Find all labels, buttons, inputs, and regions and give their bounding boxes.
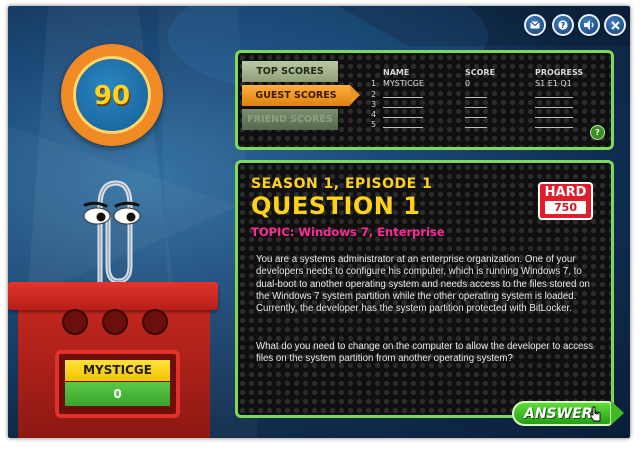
help-icon[interactable]: ? [552,14,574,36]
row-name: MYSTICGE [383,79,424,88]
empty-name-line [383,107,423,108]
scoreboard-panel: TOP SCORES GUEST SCORES FRIEND SCORES NA… [235,50,614,150]
score-ring-inner: 90 [73,56,151,134]
empty-score-line [465,117,487,118]
row-rank: 1 [371,79,377,88]
row-rank: 5 [371,120,377,129]
game-stage: ? 90 TOP SCORES GUEST SCORES FRIEND SCOR… [8,6,630,438]
difficulty-points: 750 [545,201,586,214]
empty-name-line [383,117,423,118]
column-header-name: NAME [383,68,410,77]
podium-top [8,282,218,310]
row-score: 0 [465,79,471,88]
row-rank: 4 [371,110,377,119]
empty-score-line [465,127,487,128]
difficulty-level: HARD [544,185,587,200]
column-header-progress: PROGRESS [535,68,584,77]
episode-heading: SEASON 1, EPISODE 1 [251,176,433,192]
score-value: 90 [93,81,131,111]
tab-friend-scores[interactable]: FRIEND SCORES [242,109,338,130]
question-prompt-text: What do you need to change on the comput… [256,341,594,365]
close-icon[interactable] [604,14,626,36]
score-ring: 90 [61,44,163,146]
tab-guest-scores[interactable]: GUEST SCORES [242,85,360,106]
player-score: 0 [65,382,170,406]
column-header-score: SCORE [465,68,496,77]
svg-text:?: ? [561,21,566,30]
empty-score-line [465,107,487,108]
mail-icon[interactable] [524,14,546,36]
question-scenario-text: You are a systems administrator at an en… [256,254,590,315]
table-row: 1 MYSTICGE 0 S1 E1 Q1 [371,79,601,90]
row-progress: S1 E1 Q1 [535,79,572,88]
question-title: QUESTION 1 [251,192,421,220]
player-name: MYSTICGE [65,360,170,381]
scoreboard-help-button[interactable]: ? [590,125,605,140]
empty-progress-line [535,97,573,98]
table-row: 5 [371,120,601,131]
podium-light [102,309,128,335]
mouse-cursor-icon [590,406,601,422]
player-nameplate: MYSTICGE 0 [55,350,180,418]
empty-name-line [383,127,423,128]
difficulty-badge: HARD 750 [538,182,593,220]
question-panel: SEASON 1, EPISODE 1 QUESTION 1 TOPIC: Wi… [235,160,614,418]
podium-light [142,309,168,335]
empty-progress-line [535,127,573,128]
sound-icon[interactable] [578,14,600,36]
empty-name-line [383,97,423,98]
podium-light [62,309,88,335]
empty-progress-line [535,107,573,108]
row-rank: 2 [371,90,377,99]
question-topic: TOPIC: Windows 7, Enterprise [251,225,445,239]
tab-top-scores[interactable]: TOP SCORES [242,61,338,82]
row-rank: 3 [371,100,377,109]
empty-progress-line [535,117,573,118]
empty-score-line [465,97,487,98]
